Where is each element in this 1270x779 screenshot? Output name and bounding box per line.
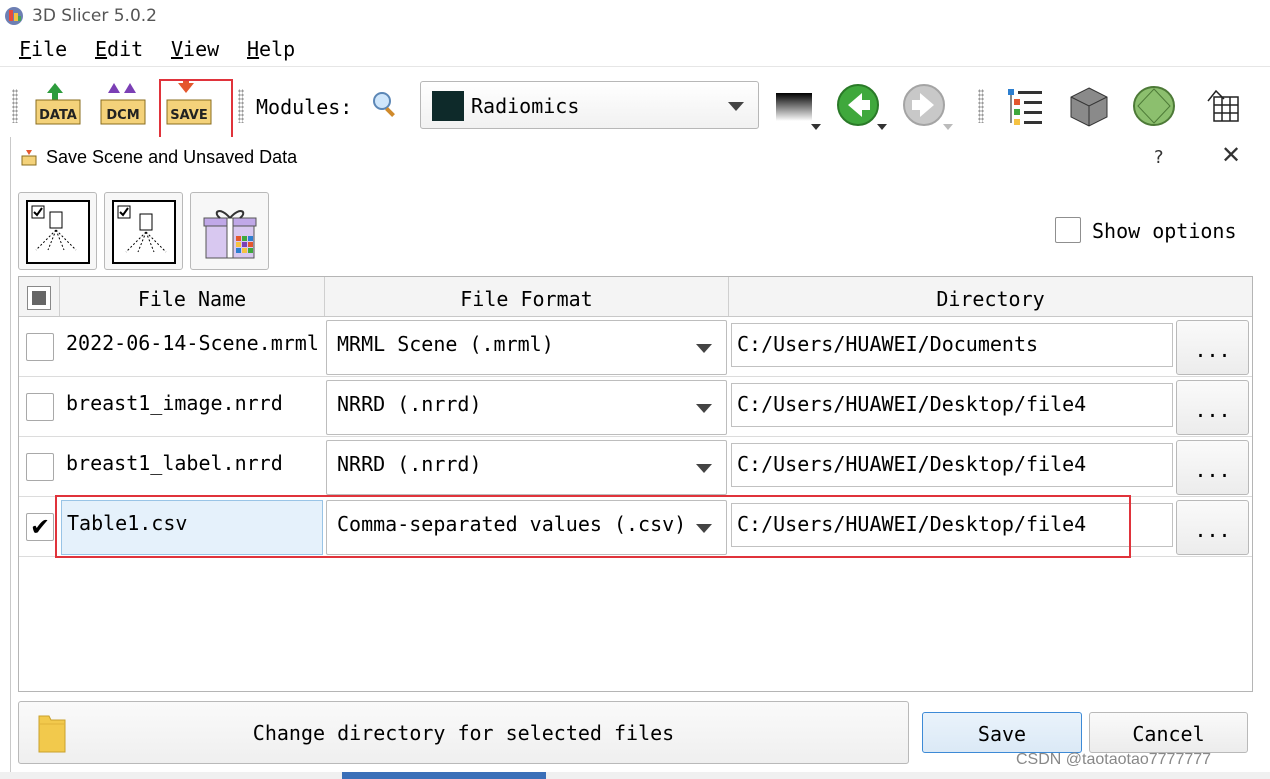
toolbar-grip[interactable]	[238, 89, 244, 123]
select-data-button[interactable]	[104, 192, 183, 270]
menu-view-mnemonic: V	[171, 37, 184, 61]
column-header-directory[interactable]: Directory	[729, 277, 1252, 316]
show-options-checkbox[interactable]	[1055, 217, 1081, 243]
table-row: breast1_image.nrrd NRRD (.nrrd) C:/Users…	[19, 377, 1252, 437]
table-row: 2022-06-14-Scene.mrml MRML Scene (.mrml)…	[19, 317, 1252, 377]
file-format-select[interactable]: NRRD (.nrrd)	[326, 440, 727, 495]
select-all-checkbox[interactable]	[27, 286, 51, 310]
radiomics-module-icon	[432, 91, 464, 121]
row-checkbox[interactable]	[26, 453, 54, 481]
menu-help[interactable]: Help	[247, 37, 295, 61]
chevron-down-icon	[728, 102, 744, 111]
modules-label: Modules:	[256, 95, 353, 119]
directory-field[interactable]: C:/Users/HUAWEI/Desktop/file4	[731, 383, 1173, 427]
chevron-down-icon[interactable]	[876, 123, 888, 131]
background-window-strip	[0, 772, 1270, 779]
help-button[interactable]: ?	[1154, 147, 1164, 168]
table-row: breast1_label.nrrd NRRD (.nrrd) C:/Users…	[19, 437, 1252, 497]
row-checkbox[interactable]	[26, 393, 54, 421]
selected-row-highlight	[55, 495, 1131, 558]
gift-package-icon	[203, 210, 257, 259]
menu-help-mnemonic: H	[247, 37, 260, 61]
close-button[interactable]: ✕	[1220, 143, 1242, 167]
module-selector[interactable]: Radiomics	[420, 81, 759, 129]
menu-edit-rest: dit	[107, 37, 144, 61]
row-checkbox[interactable]	[26, 333, 54, 361]
chevron-down-icon[interactable]	[810, 123, 822, 131]
toolbar-grip[interactable]	[978, 89, 984, 123]
volume-cube-icon[interactable]	[1068, 85, 1110, 127]
file-format-value: MRML Scene (.mrml)	[337, 332, 554, 356]
show-options-label: Show options	[1092, 219, 1237, 243]
load-dicom-icon[interactable]: DCM	[98, 79, 148, 129]
file-format-select[interactable]: NRRD (.nrrd)	[326, 380, 727, 435]
select-data-icon	[112, 200, 176, 264]
file-format-value: NRRD (.nrrd)	[337, 452, 482, 476]
chevron-down-icon	[696, 464, 712, 473]
menu-edit-mnemonic: E	[95, 37, 108, 61]
file-name-cell[interactable]: breast1_image.nrrd	[66, 391, 283, 415]
module-selected-value: Radiomics	[471, 94, 580, 118]
file-format-value: NRRD (.nrrd)	[337, 392, 482, 416]
cancel-button[interactable]: Cancel	[1089, 712, 1248, 753]
browse-directory-button[interactable]: ...	[1176, 320, 1249, 375]
chevron-down-icon	[696, 404, 712, 413]
menu-edit[interactable]: Edit	[95, 37, 143, 61]
row-checkbox-checked[interactable]	[26, 513, 54, 541]
background-selection-bar	[342, 772, 546, 779]
chevron-down-icon[interactable]	[942, 123, 954, 131]
window-title-bar: 3D Slicer 5.0.2	[0, 0, 1270, 34]
dialog-title: Save Scene and Unsaved Data	[46, 147, 298, 167]
data-tree-icon[interactable]	[1004, 85, 1046, 127]
layout-gradient-icon[interactable]	[776, 93, 812, 121]
load-data-label: DATA	[39, 108, 77, 123]
directory-field[interactable]: C:/Users/HUAWEI/Desktop/file4	[731, 443, 1173, 487]
files-table: File Name File Format Directory 2022-06-…	[18, 276, 1253, 692]
select-all-header	[19, 277, 60, 316]
file-name-cell[interactable]: breast1_label.nrrd	[66, 451, 283, 475]
app-title: 3D Slicer 5.0.2	[32, 6, 158, 26]
toolbar-grip[interactable]	[12, 89, 18, 123]
save-button-highlight	[159, 79, 233, 146]
directory-field[interactable]: C:/Users/HUAWEI/Documents	[731, 323, 1173, 367]
slicer-app-icon	[5, 7, 23, 25]
load-data-icon[interactable]: DATA	[33, 79, 83, 129]
save-dialog-icon	[21, 150, 37, 166]
directory-value: C:/Users/HUAWEI/Desktop/file4	[737, 392, 1087, 416]
menu-file[interactable]: File	[19, 37, 67, 61]
save-button[interactable]: Save	[922, 712, 1082, 753]
menu-bar: File Edit View Help	[0, 34, 1270, 66]
model-sphere-icon[interactable]	[1132, 85, 1176, 127]
file-format-select[interactable]: MRML Scene (.mrml)	[326, 320, 727, 375]
table-header: File Name File Format Directory	[19, 277, 1252, 317]
menu-file-rest: ile	[31, 37, 68, 61]
browse-directory-button[interactable]: ...	[1176, 500, 1249, 555]
menu-file-mnemonic: F	[19, 37, 32, 61]
directory-value: C:/Users/HUAWEI/Desktop/file4	[737, 452, 1087, 476]
column-header-file-name[interactable]: File Name	[60, 277, 325, 316]
change-directory-button[interactable]: Change directory for selected files	[18, 701, 909, 764]
module-search-icon[interactable]	[370, 89, 400, 119]
back-arrow-icon[interactable]	[836, 83, 880, 127]
menu-view[interactable]: View	[171, 37, 219, 61]
menu-help-rest: elp	[259, 37, 296, 61]
create-data-bundle-button[interactable]	[190, 192, 269, 270]
chevron-down-icon	[696, 344, 712, 353]
transform-grid-icon[interactable]	[1204, 87, 1242, 125]
change-directory-label: Change directory for selected files	[252, 721, 675, 745]
select-scene-icon	[26, 200, 90, 264]
select-scene-only-button[interactable]	[18, 192, 97, 270]
menu-view-rest: iew	[183, 37, 220, 61]
watermark-text: CSDN @taotaotao7777777	[1016, 751, 1212, 768]
directory-value: C:/Users/HUAWEI/Documents	[737, 332, 1039, 356]
file-name-cell[interactable]: 2022-06-14-Scene.mrml	[66, 331, 319, 355]
column-header-file-format[interactable]: File Format	[325, 277, 729, 316]
browse-directory-button[interactable]: ...	[1176, 380, 1249, 435]
forward-arrow-icon[interactable]	[902, 83, 946, 127]
load-dicom-label: DCM	[106, 108, 139, 123]
browse-directory-button[interactable]: ...	[1176, 440, 1249, 495]
